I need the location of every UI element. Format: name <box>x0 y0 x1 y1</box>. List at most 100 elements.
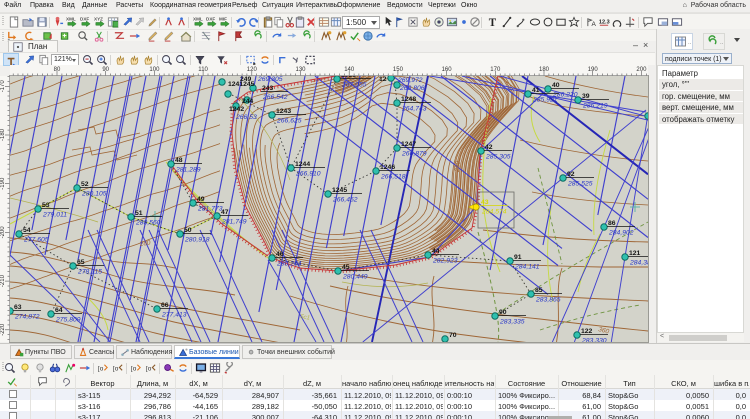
svg-text:274,872: 274,872 <box>14 314 40 321</box>
svg-text:54: 54 <box>23 227 31 234</box>
svg-text:266,53: 266,53 <box>235 114 257 121</box>
svg-text:1247: 1247 <box>401 141 416 148</box>
svg-text:[o: [o <box>113 365 119 372</box>
svg-text:47: 47 <box>221 209 229 216</box>
svg-text:[o: [o <box>131 365 137 372</box>
svg-text:285,921: 285,921 <box>532 97 558 104</box>
svg-text:63: 63 <box>14 304 22 311</box>
svg-text:285,525: 285,525 <box>567 181 593 188</box>
svg-text:266,452: 266,452 <box>332 197 358 204</box>
svg-text:280,560: 280,560 <box>135 220 161 227</box>
svg-text:280,918: 280,918 <box>184 237 210 244</box>
svg-text:243: 243 <box>262 85 274 92</box>
svg-text:-180: -180 <box>0 128 6 141</box>
svg-text:-220: -220 <box>0 323 6 336</box>
svg-text:280: 280 <box>454 160 462 173</box>
svg-text:275,809: 275,809 <box>55 317 81 324</box>
svg-text:278,115: 278,115 <box>77 269 102 276</box>
svg-text:86: 86 <box>608 220 616 227</box>
svg-text:45: 45 <box>342 264 350 271</box>
svg-text:266,879: 266,879 <box>401 151 427 158</box>
svg-text:70: 70 <box>449 332 457 339</box>
svg-text:266,625: 266,625 <box>276 118 302 125</box>
svg-text:264,743: 264,743 <box>401 106 427 113</box>
svg-text:1245: 1245 <box>332 187 347 194</box>
svg-text:-210: -210 <box>0 274 6 287</box>
svg-text:281,289: 281,289 <box>175 167 201 174</box>
svg-text:244: 244 <box>242 98 254 105</box>
svg-text:44: 44 <box>432 248 440 255</box>
svg-text:160: 160 <box>442 67 453 73</box>
svg-text:1244: 1244 <box>295 161 310 168</box>
svg-text:280,264: 280,264 <box>276 261 302 268</box>
svg-text:277,413: 277,413 <box>161 312 187 319</box>
svg-text:281,749: 281,749 <box>221 219 247 226</box>
svg-text:52: 52 <box>81 181 89 188</box>
svg-text:121: 121 <box>629 250 641 257</box>
svg-text:280,449: 280,449 <box>342 274 368 281</box>
svg-text:-190: -190 <box>0 177 6 190</box>
svg-text:64: 64 <box>55 307 63 314</box>
svg-text:284,902: 284,902 <box>608 230 634 237</box>
svg-text:282,923: 282,923 <box>432 258 458 265</box>
svg-text:284,141: 284,141 <box>514 264 540 271</box>
svg-text:46: 46 <box>276 251 284 258</box>
svg-text:266,910: 266,910 <box>295 171 321 178</box>
svg-text:277,605: 277,605 <box>23 237 49 244</box>
svg-text:90: 90 <box>102 67 109 73</box>
svg-text:41: 41 <box>532 87 540 94</box>
svg-text:[o: [o <box>146 365 152 372</box>
svg-text:90: 90 <box>499 309 507 316</box>
svg-text:269,972: 269,972 <box>397 77 423 84</box>
svg-text:[o: [o <box>98 365 104 372</box>
svg-text:1242: 1242 <box>229 106 244 113</box>
svg-text:190: 190 <box>588 67 599 73</box>
svg-text:249: 249 <box>240 76 252 83</box>
svg-text:283,865: 283,865 <box>535 297 561 304</box>
svg-text:-170: -170 <box>0 80 6 93</box>
svg-text:43: 43 <box>481 199 489 206</box>
svg-text:268,806: 268,806 <box>399 85 425 92</box>
svg-text:1243: 1243 <box>276 108 291 115</box>
svg-text:48: 48 <box>175 157 183 164</box>
svg-text:39: 39 <box>582 93 590 100</box>
svg-text:92: 92 <box>567 171 575 178</box>
svg-text:66: 66 <box>161 302 169 309</box>
svg-text:140: 140 <box>344 67 355 73</box>
svg-text:180: 180 <box>539 67 550 73</box>
svg-text:100: 100 <box>149 67 160 73</box>
svg-text:-200: -200 <box>0 226 6 239</box>
svg-text:281,773: 281,773 <box>197 206 223 213</box>
svg-text:80: 80 <box>54 67 61 73</box>
svg-text:170: 170 <box>490 67 501 73</box>
svg-text:266,518: 266,518 <box>380 174 406 181</box>
svg-text:200: 200 <box>636 67 647 73</box>
svg-text:266,542: 266,542 <box>262 94 288 101</box>
svg-text:120: 120 <box>247 67 258 73</box>
svg-text:267,055: 267,055 <box>341 82 367 89</box>
svg-text:284,381: 284,381 <box>629 260 655 267</box>
svg-text:285,305: 285,305 <box>485 154 511 161</box>
svg-text:12: 12 <box>379 76 387 83</box>
svg-text:50: 50 <box>184 227 192 234</box>
svg-text:150: 150 <box>393 67 404 73</box>
svg-text:110: 110 <box>198 67 208 73</box>
svg-text:85: 85 <box>535 287 543 294</box>
svg-text:51: 51 <box>135 210 143 217</box>
svg-text:283,335: 283,335 <box>499 319 525 326</box>
svg-text:122: 122 <box>581 328 593 335</box>
svg-text:49: 49 <box>197 196 205 203</box>
svg-text:53: 53 <box>42 202 50 209</box>
svg-text:280,105: 280,105 <box>81 191 107 198</box>
svg-text:42: 42 <box>485 144 493 151</box>
svg-text:65: 65 <box>77 259 85 266</box>
svg-text:286,219: 286,219 <box>582 103 608 110</box>
svg-text:269,305: 269,305 <box>257 76 283 83</box>
svg-text:1246: 1246 <box>380 164 395 171</box>
svg-text:91: 91 <box>514 254 522 261</box>
svg-text:284,574: 284,574 <box>481 209 507 216</box>
svg-text:279,011: 279,011 <box>42 212 67 219</box>
svg-text:40: 40 <box>552 82 560 89</box>
svg-text:1248: 1248 <box>401 96 416 103</box>
svg-text:130: 130 <box>295 67 306 73</box>
